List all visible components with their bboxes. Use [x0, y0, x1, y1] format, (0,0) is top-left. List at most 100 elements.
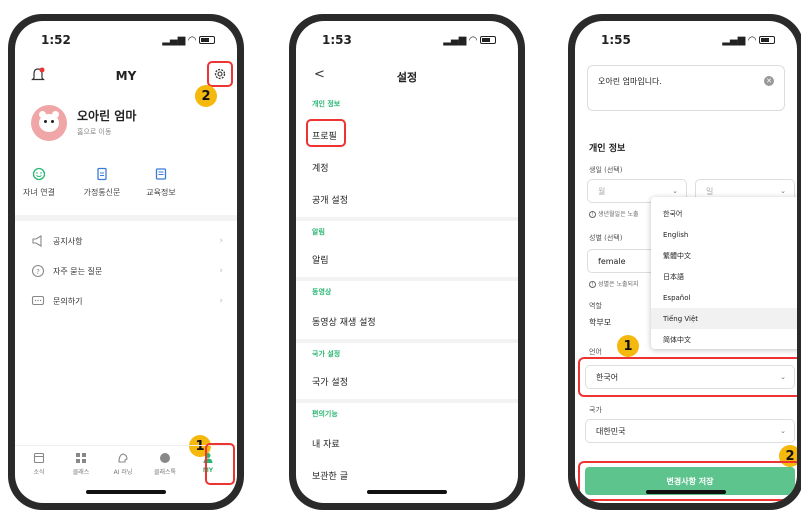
language-option[interactable]: English — [651, 224, 797, 245]
section-divider — [296, 217, 518, 221]
quick-child-link[interactable]: 자녀 연결 — [17, 167, 61, 198]
battery-icon — [759, 36, 775, 44]
step-badge-1: 1 — [617, 335, 639, 357]
intro-textarea[interactable]: 오아린 엄마입니다. ✕ — [587, 65, 785, 111]
question-icon: ? — [31, 264, 45, 278]
language-option[interactable]: 繁體中文 — [651, 245, 797, 266]
gender-label: 성별 (선택) — [589, 234, 623, 242]
language-dropdown-menu: 한국어 English 繁體中文 日本語 Español Tiếng Việt … — [651, 197, 797, 349]
settings-row-privacy[interactable]: 공개 설정 — [312, 193, 348, 206]
tab-class[interactable]: 클래스 — [61, 452, 101, 476]
status-icons: ▂▄▆ ◠ — [443, 35, 496, 46]
avatar — [31, 105, 67, 141]
book-icon — [155, 168, 167, 180]
chevron-right-icon: › — [219, 236, 223, 246]
section-convenience: 편의기능 — [312, 410, 338, 418]
page-title: 설정 — [396, 71, 418, 84]
info-icon: ! — [589, 281, 596, 288]
grid-icon — [76, 453, 86, 463]
status-bar: 1:53 ▂▄▆ ◠ — [296, 31, 518, 49]
info-icon: ! — [589, 211, 596, 218]
profile-name: 오아린 엄마 — [77, 109, 137, 123]
language-option-highlighted[interactable]: Tiếng Việt — [651, 308, 797, 329]
signal-icon: ▂▄▆ — [722, 34, 746, 46]
talk-icon — [160, 453, 170, 463]
profile-card[interactable]: 오아린 엄마 홈으로 이동 — [31, 105, 221, 147]
status-time: 1:52 — [41, 33, 71, 47]
section-personal-info: 개인 정보 — [589, 144, 626, 154]
my-screen: 1:52 ▂▄▆ ◠ MY 2 오아린 엄마 홈으로 이동 자녀 연결 가정통신… — [15, 21, 237, 503]
language-highlight-box — [578, 357, 797, 397]
menu-inquiry[interactable]: 문의하기 › — [31, 291, 223, 311]
menu-faq[interactable]: ? 자주 묻는 질문 › — [31, 261, 223, 281]
chevron-down-icon: ⌄ — [780, 187, 786, 195]
home-indicator — [86, 490, 166, 494]
document-icon — [97, 167, 107, 181]
status-time: 1:55 — [601, 33, 631, 47]
section-personal-info: 개인 정보 — [312, 100, 341, 108]
section-divider — [296, 339, 518, 343]
intro-text: 오아린 엄마입니다. — [598, 77, 662, 86]
section-notifications: 알림 — [312, 228, 325, 236]
section-divider — [15, 215, 237, 221]
status-icons: ▂▄▆ ◠ — [162, 35, 215, 46]
tab-news[interactable]: 소식 — [19, 452, 59, 476]
quick-edu-info[interactable]: 교육정보 — [139, 167, 183, 198]
status-time: 1:53 — [322, 33, 352, 47]
phone-settings-screen: 1:53 ▂▄▆ ◠ < 설정 개인 정보 프로필 계정 공개 설정 알림 알림… — [289, 14, 525, 510]
news-icon — [33, 452, 45, 464]
clear-icon[interactable]: ✕ — [764, 76, 774, 86]
menu-notice[interactable]: 공지사항 › — [31, 231, 223, 251]
country-label: 국가 — [589, 406, 602, 414]
battery-icon — [199, 36, 215, 44]
status-bar: 1:52 ▂▄▆ ◠ — [15, 31, 237, 49]
gender-hint: ! 성별은 노출되지 — [589, 279, 639, 288]
status-bar: 1:55 ▂▄▆ ◠ — [575, 31, 797, 49]
settings-screen: 1:53 ▂▄▆ ◠ < 설정 개인 정보 프로필 계정 공개 설정 알림 알림… — [296, 21, 518, 503]
role-value: 학부모 — [589, 318, 612, 327]
language-label: 언어 — [589, 348, 602, 356]
battery-icon — [480, 36, 496, 44]
language-option[interactable]: 日本語 — [651, 266, 797, 287]
chevron-down-icon: ⌄ — [672, 187, 678, 195]
chevron-right-icon: › — [219, 296, 223, 306]
settings-row-my-files[interactable]: 내 자료 — [312, 437, 340, 450]
language-option[interactable]: Español — [651, 287, 797, 308]
tab-ai-learning[interactable]: AI 러닝 — [103, 452, 143, 476]
section-country: 국가 설정 — [312, 350, 341, 358]
wifi-icon: ◠ — [748, 34, 756, 46]
country-select[interactable]: 대한민국 ⌄ — [585, 419, 795, 443]
home-indicator — [367, 490, 447, 494]
settings-header: < 설정 — [296, 65, 518, 89]
wifi-icon: ◠ — [469, 34, 477, 46]
gear-highlight-box — [207, 61, 233, 87]
section-divider — [296, 399, 518, 403]
megaphone-icon — [32, 235, 42, 247]
birthday-label: 생일 (선택) — [589, 166, 623, 174]
section-divider — [296, 277, 518, 281]
language-option[interactable]: 한국어 — [651, 203, 797, 224]
quick-newsletter[interactable]: 가정통신문 — [77, 167, 127, 198]
gear-icon[interactable] — [213, 67, 227, 81]
step-badge-2: 2 — [195, 85, 217, 107]
settings-row-notifications[interactable]: 알림 — [312, 253, 329, 266]
wifi-icon: ◠ — [188, 34, 196, 46]
profile-edit-screen: 1:55 ▂▄▆ ◠ 오아린 엄마입니다. ✕ 개인 정보 생일 (선택) 월 … — [575, 21, 797, 503]
tab-class-talk[interactable]: 클래스톡 — [145, 452, 185, 476]
language-option[interactable]: 简体中文 — [651, 329, 797, 350]
signal-icon: ▂▄▆ — [162, 34, 186, 46]
phone-profile-edit-screen: 1:55 ▂▄▆ ◠ 오아린 엄마입니다. ✕ 개인 정보 생일 (선택) 월 … — [568, 14, 801, 510]
settings-row-saved-posts[interactable]: 보관한 글 — [312, 469, 348, 482]
child-link-icon — [32, 167, 46, 181]
profile-home-link[interactable]: 홈으로 이동 — [77, 127, 111, 137]
svg-text:?: ? — [36, 268, 40, 276]
settings-row-country[interactable]: 국가 설정 — [312, 375, 348, 388]
settings-row-account[interactable]: 계정 — [312, 161, 329, 174]
bottom-tab-bar: 소식 클래스 AI 러닝 클래스톡 MY — [15, 443, 237, 485]
chevron-right-icon: › — [219, 266, 223, 276]
home-indicator — [646, 490, 726, 494]
birthday-hint: ! 생년월일은 노출 — [589, 209, 639, 218]
status-icons: ▂▄▆ ◠ — [722, 35, 775, 46]
quick-actions: 자녀 연결 가정통신문 교육정보 — [15, 167, 237, 207]
settings-row-video-playback[interactable]: 동영상 재생 설정 — [312, 315, 376, 328]
